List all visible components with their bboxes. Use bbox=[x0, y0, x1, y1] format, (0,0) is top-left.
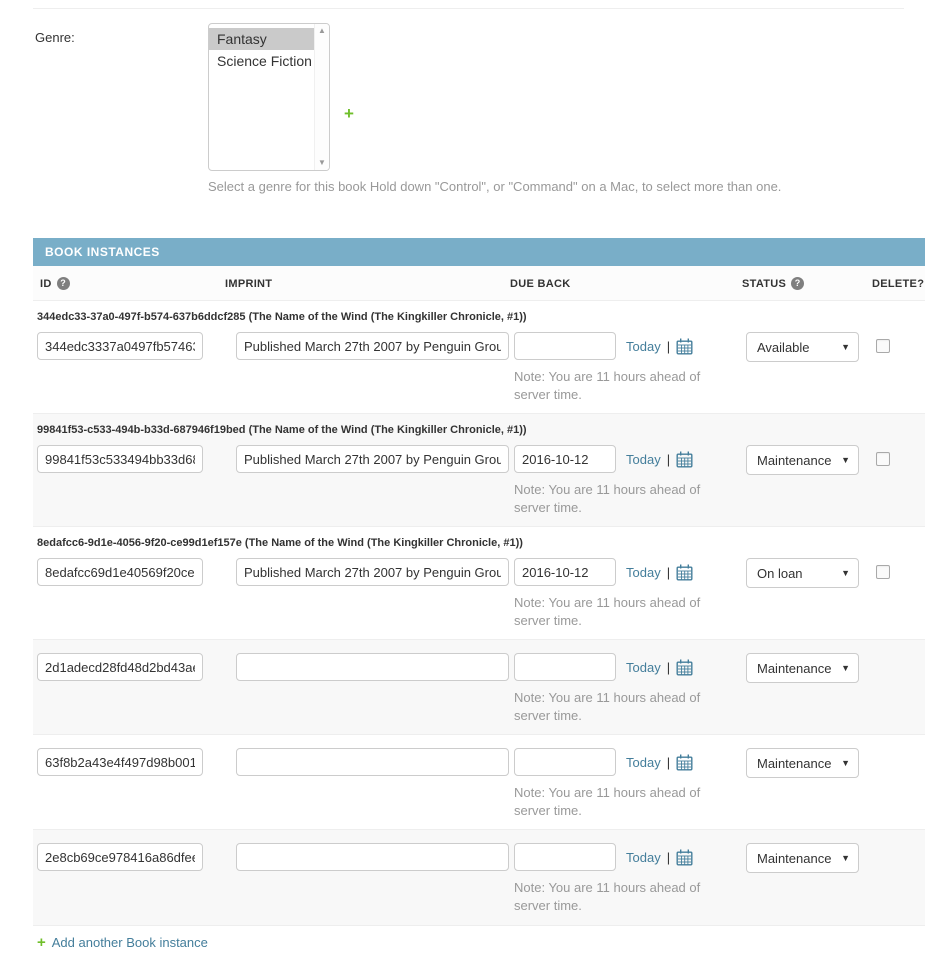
delete-checkbox[interactable] bbox=[876, 452, 890, 466]
today-link[interactable]: Today bbox=[626, 565, 661, 580]
today-link[interactable]: Today bbox=[626, 660, 661, 675]
instance-heading: 8edafcc6-9d1e-4056-9f20-ce99d1ef157e (Th… bbox=[33, 533, 925, 558]
genre-field-row: Genre: Fantasy Science Fiction ▲ ▼ + Sel… bbox=[35, 23, 925, 194]
server-time-note: Note: You are 11 hours ahead of server t… bbox=[514, 594, 704, 629]
status-select[interactable]: Maintenance ▼ bbox=[746, 653, 859, 683]
imprint-input[interactable] bbox=[236, 558, 509, 586]
chevron-down-icon: ▼ bbox=[841, 455, 850, 465]
book-instance-row: Today | Note: You are 11 hours ahead of … bbox=[33, 640, 925, 735]
add-icon: + bbox=[37, 935, 46, 950]
add-genre-icon[interactable]: + bbox=[344, 105, 354, 122]
today-link[interactable]: Today bbox=[626, 850, 661, 865]
status-select[interactable]: Maintenance ▼ bbox=[746, 748, 859, 778]
calendar-icon[interactable] bbox=[676, 338, 693, 355]
chevron-down-icon: ▼ bbox=[841, 568, 850, 578]
separator: | bbox=[667, 452, 670, 467]
due-back-input[interactable] bbox=[514, 445, 616, 473]
genre-option-science-fiction[interactable]: Science Fiction bbox=[209, 50, 314, 72]
scroll-down-icon[interactable]: ▼ bbox=[318, 159, 326, 167]
column-header-status: STATUS ? bbox=[742, 277, 872, 290]
book-instance-row: 8edafcc6-9d1e-4056-9f20-ce99d1ef157e (Th… bbox=[33, 527, 925, 640]
id-input[interactable] bbox=[37, 445, 203, 473]
status-select[interactable]: On loan ▼ bbox=[746, 558, 859, 588]
imprint-input[interactable] bbox=[236, 748, 509, 776]
calendar-icon[interactable] bbox=[676, 564, 693, 581]
separator: | bbox=[667, 565, 670, 580]
column-header-due-back: DUE BACK bbox=[510, 277, 742, 290]
id-input[interactable] bbox=[37, 653, 203, 681]
book-instance-row: Today | Note: You are 11 hours ahead of … bbox=[33, 735, 925, 830]
scroll-up-icon[interactable]: ▲ bbox=[318, 27, 326, 35]
today-link[interactable]: Today bbox=[626, 339, 661, 354]
imprint-input[interactable] bbox=[236, 332, 509, 360]
due-back-input[interactable] bbox=[514, 843, 616, 871]
delete-checkbox[interactable] bbox=[876, 339, 890, 353]
add-book-instance-row[interactable]: + Add another Book instance bbox=[33, 926, 925, 959]
multiselect-scrollbar[interactable]: ▲ ▼ bbox=[314, 24, 329, 170]
imprint-input[interactable] bbox=[236, 445, 509, 473]
status-select[interactable]: Maintenance ▼ bbox=[746, 843, 859, 873]
status-select[interactable]: Maintenance ▼ bbox=[746, 445, 859, 475]
status-select[interactable]: Available ▼ bbox=[746, 332, 859, 362]
server-time-note: Note: You are 11 hours ahead of server t… bbox=[514, 368, 704, 403]
column-header-delete: DELETE? bbox=[872, 277, 925, 290]
calendar-icon[interactable] bbox=[676, 451, 693, 468]
help-icon: ? bbox=[57, 277, 70, 290]
id-input[interactable] bbox=[37, 843, 203, 871]
server-time-note: Note: You are 11 hours ahead of server t… bbox=[514, 689, 704, 724]
id-input[interactable] bbox=[37, 332, 203, 360]
separator: | bbox=[667, 755, 670, 770]
book-instance-row: 344edc33-37a0-497f-b574-637b6ddcf285 (Th… bbox=[33, 301, 925, 414]
instance-heading: 99841f53-c533-494b-b33d-687946f19bed (Th… bbox=[33, 420, 925, 445]
genre-help-text: Select a genre for this book Hold down "… bbox=[208, 179, 925, 194]
genre-option-fantasy[interactable]: Fantasy bbox=[209, 28, 314, 50]
genre-multiselect[interactable]: Fantasy Science Fiction ▲ ▼ bbox=[208, 23, 330, 171]
chevron-down-icon: ▼ bbox=[841, 853, 850, 863]
chevron-down-icon: ▼ bbox=[841, 342, 850, 352]
server-time-note: Note: You are 11 hours ahead of server t… bbox=[514, 784, 704, 819]
today-link[interactable]: Today bbox=[626, 452, 661, 467]
help-icon: ? bbox=[791, 277, 804, 290]
chevron-down-icon: ▼ bbox=[841, 758, 850, 768]
separator: | bbox=[667, 850, 670, 865]
book-instance-row: 99841f53-c533-494b-b33d-687946f19bed (Th… bbox=[33, 414, 925, 527]
id-input[interactable] bbox=[37, 558, 203, 586]
due-back-input[interactable] bbox=[514, 653, 616, 681]
genre-label: Genre: bbox=[35, 23, 208, 45]
imprint-input[interactable] bbox=[236, 843, 509, 871]
separator: | bbox=[667, 660, 670, 675]
due-back-input[interactable] bbox=[514, 332, 616, 360]
calendar-icon[interactable] bbox=[676, 754, 693, 771]
add-book-instance-link[interactable]: Add another Book instance bbox=[52, 935, 208, 950]
server-time-note: Note: You are 11 hours ahead of server t… bbox=[514, 879, 704, 914]
delete-checkbox[interactable] bbox=[876, 565, 890, 579]
calendar-icon[interactable] bbox=[676, 849, 693, 866]
due-back-input[interactable] bbox=[514, 748, 616, 776]
server-time-note: Note: You are 11 hours ahead of server t… bbox=[514, 481, 704, 516]
column-header-id: ID ? bbox=[33, 277, 220, 290]
inline-group-title: BOOK INSTANCES bbox=[33, 238, 925, 266]
book-instances-inline: BOOK INSTANCES ID ? IMPRINT DUE BACK STA… bbox=[33, 238, 925, 959]
inline-header-row: ID ? IMPRINT DUE BACK STATUS ? DELETE? bbox=[33, 266, 925, 301]
due-back-input[interactable] bbox=[514, 558, 616, 586]
instance-heading: 344edc33-37a0-497f-b574-637b6ddcf285 (Th… bbox=[33, 307, 925, 332]
id-input[interactable] bbox=[37, 748, 203, 776]
separator: | bbox=[667, 339, 670, 354]
book-instance-row: Today | Note: You are 11 hours ahead of … bbox=[33, 830, 925, 925]
section-divider bbox=[33, 8, 904, 9]
chevron-down-icon: ▼ bbox=[841, 663, 850, 673]
column-header-imprint: IMPRINT bbox=[220, 277, 510, 290]
imprint-input[interactable] bbox=[236, 653, 509, 681]
today-link[interactable]: Today bbox=[626, 755, 661, 770]
calendar-icon[interactable] bbox=[676, 659, 693, 676]
